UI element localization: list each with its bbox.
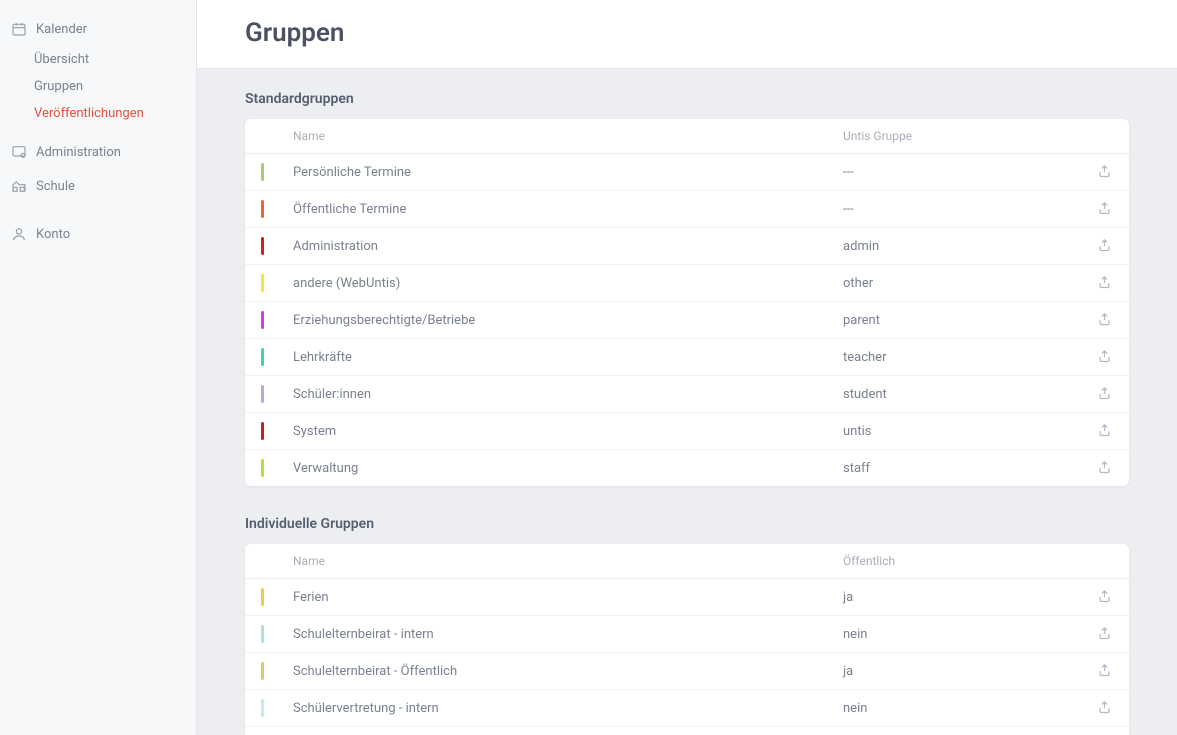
row-value: ja xyxy=(843,664,1073,679)
row-name: Verwaltung xyxy=(293,461,843,476)
table-row[interactable]: andere (WebUntis)other xyxy=(245,265,1129,302)
row-name: Schüler:innen xyxy=(293,387,843,402)
color-indicator xyxy=(261,588,293,606)
table-row[interactable]: Systemuntis xyxy=(245,413,1129,450)
export-icon[interactable] xyxy=(1097,386,1113,402)
table-row[interactable]: Ferienja xyxy=(245,579,1129,616)
section-title-individual: Individuelle Gruppen xyxy=(245,516,1129,532)
sidebar-item-label: Konto xyxy=(36,227,70,242)
row-name: System xyxy=(293,424,843,439)
table-row[interactable]: Erziehungsberechtigte/Betriebeparent xyxy=(245,302,1129,339)
table-row[interactable]: Schülervertretung - internnein xyxy=(245,690,1129,727)
page-title: Gruppen xyxy=(245,18,1129,48)
col-header-name: Name xyxy=(293,554,843,568)
color-indicator xyxy=(261,274,293,292)
color-indicator xyxy=(261,348,293,366)
table-row[interactable]: Schülervertretung - öffentlichja xyxy=(245,727,1129,735)
col-header-name: Name xyxy=(293,129,843,143)
sidebar-item-administration[interactable]: Administration xyxy=(0,135,196,169)
table-row[interactable]: Administrationadmin xyxy=(245,228,1129,265)
export-icon[interactable] xyxy=(1097,312,1113,328)
color-indicator xyxy=(261,459,293,477)
row-value: parent xyxy=(843,313,1073,328)
color-indicator xyxy=(261,625,293,643)
sidebar-subitem-gruppen[interactable]: Gruppen xyxy=(34,73,196,100)
row-name: Ferien xyxy=(293,590,843,605)
row-value: staff xyxy=(843,461,1073,476)
sidebar-item-label: Schule xyxy=(36,179,75,194)
sidebar-item-schule[interactable]: Schule xyxy=(0,169,196,203)
table-row[interactable]: Verwaltungstaff xyxy=(245,450,1129,486)
table-row[interactable]: Schulelternbeirat - internnein xyxy=(245,616,1129,653)
row-value: --- xyxy=(843,165,1073,180)
main-content: Gruppen Standardgruppen Name Untis Grupp… xyxy=(197,0,1177,735)
sidebar-item-kalender[interactable]: Kalender xyxy=(0,12,196,46)
row-name: andere (WebUntis) xyxy=(293,276,843,291)
table-header: Name Öffentlich xyxy=(245,544,1129,579)
color-indicator xyxy=(261,699,293,717)
row-name: Persönliche Termine xyxy=(293,165,843,180)
color-indicator xyxy=(261,200,293,218)
content: Standardgruppen Name Untis Gruppe Persön… xyxy=(197,69,1177,735)
export-icon[interactable] xyxy=(1097,589,1113,605)
account-icon xyxy=(10,225,28,243)
table-row[interactable]: Schüler:innenstudent xyxy=(245,376,1129,413)
color-indicator xyxy=(261,163,293,181)
sidebar: Kalender Übersicht Gruppen Veröffentlich… xyxy=(0,0,197,735)
export-icon[interactable] xyxy=(1097,423,1113,439)
row-name: Administration xyxy=(293,239,843,254)
row-value: nein xyxy=(843,701,1073,716)
page-header: Gruppen xyxy=(197,0,1177,69)
table-row[interactable]: Persönliche Termine--- xyxy=(245,154,1129,191)
table-header: Name Untis Gruppe xyxy=(245,119,1129,154)
row-name: Schülervertretung - intern xyxy=(293,701,843,716)
sidebar-subitem-uebersicht[interactable]: Übersicht xyxy=(34,46,196,73)
color-indicator xyxy=(261,385,293,403)
export-icon[interactable] xyxy=(1097,460,1113,476)
sidebar-item-konto[interactable]: Konto xyxy=(0,217,196,251)
color-indicator xyxy=(261,311,293,329)
section-title-standard: Standardgruppen xyxy=(245,91,1129,107)
row-name: Öffentliche Termine xyxy=(293,202,843,217)
color-indicator xyxy=(261,422,293,440)
row-name: Schulelternbeirat - Öffentlich xyxy=(293,664,843,679)
color-indicator xyxy=(261,237,293,255)
table-row[interactable]: Schulelternbeirat - Öffentlichja xyxy=(245,653,1129,690)
color-indicator xyxy=(261,662,293,680)
row-value: nein xyxy=(843,627,1073,642)
sidebar-item-label: Administration xyxy=(36,145,121,160)
table-row[interactable]: Lehrkräfteteacher xyxy=(245,339,1129,376)
export-icon[interactable] xyxy=(1097,700,1113,716)
export-icon[interactable] xyxy=(1097,663,1113,679)
row-value: teacher xyxy=(843,350,1073,365)
export-icon[interactable] xyxy=(1097,275,1113,291)
sidebar-item-label: Kalender xyxy=(36,22,87,37)
row-value: student xyxy=(843,387,1073,402)
row-name: Erziehungsberechtigte/Betriebe xyxy=(293,313,843,328)
row-value: admin xyxy=(843,239,1073,254)
export-icon[interactable] xyxy=(1097,164,1113,180)
row-name: Lehrkräfte xyxy=(293,350,843,365)
export-icon[interactable] xyxy=(1097,238,1113,254)
row-name: Schulelternbeirat - intern xyxy=(293,627,843,642)
row-value: ja xyxy=(843,590,1073,605)
school-icon xyxy=(10,177,28,195)
export-icon[interactable] xyxy=(1097,349,1113,365)
sidebar-subitem-veroeffentlichungen[interactable]: Veröffentlichungen xyxy=(34,100,196,127)
calendar-icon xyxy=(10,20,28,38)
row-value: untis xyxy=(843,424,1073,439)
row-value: other xyxy=(843,276,1073,291)
sidebar-subitems-kalender: Übersicht Gruppen Veröffentlichungen xyxy=(0,46,196,127)
export-icon[interactable] xyxy=(1097,201,1113,217)
individual-groups-card: Name Öffentlich FerienjaSchulelternbeira… xyxy=(245,544,1129,735)
export-icon[interactable] xyxy=(1097,626,1113,642)
row-value: --- xyxy=(843,202,1073,217)
standard-groups-card: Name Untis Gruppe Persönliche Termine---… xyxy=(245,119,1129,486)
table-row[interactable]: Öffentliche Termine--- xyxy=(245,191,1129,228)
admin-icon xyxy=(10,143,28,161)
col-header-oeffentlich: Öffentlich xyxy=(843,554,1073,568)
col-header-untisgruppe: Untis Gruppe xyxy=(843,129,1073,143)
